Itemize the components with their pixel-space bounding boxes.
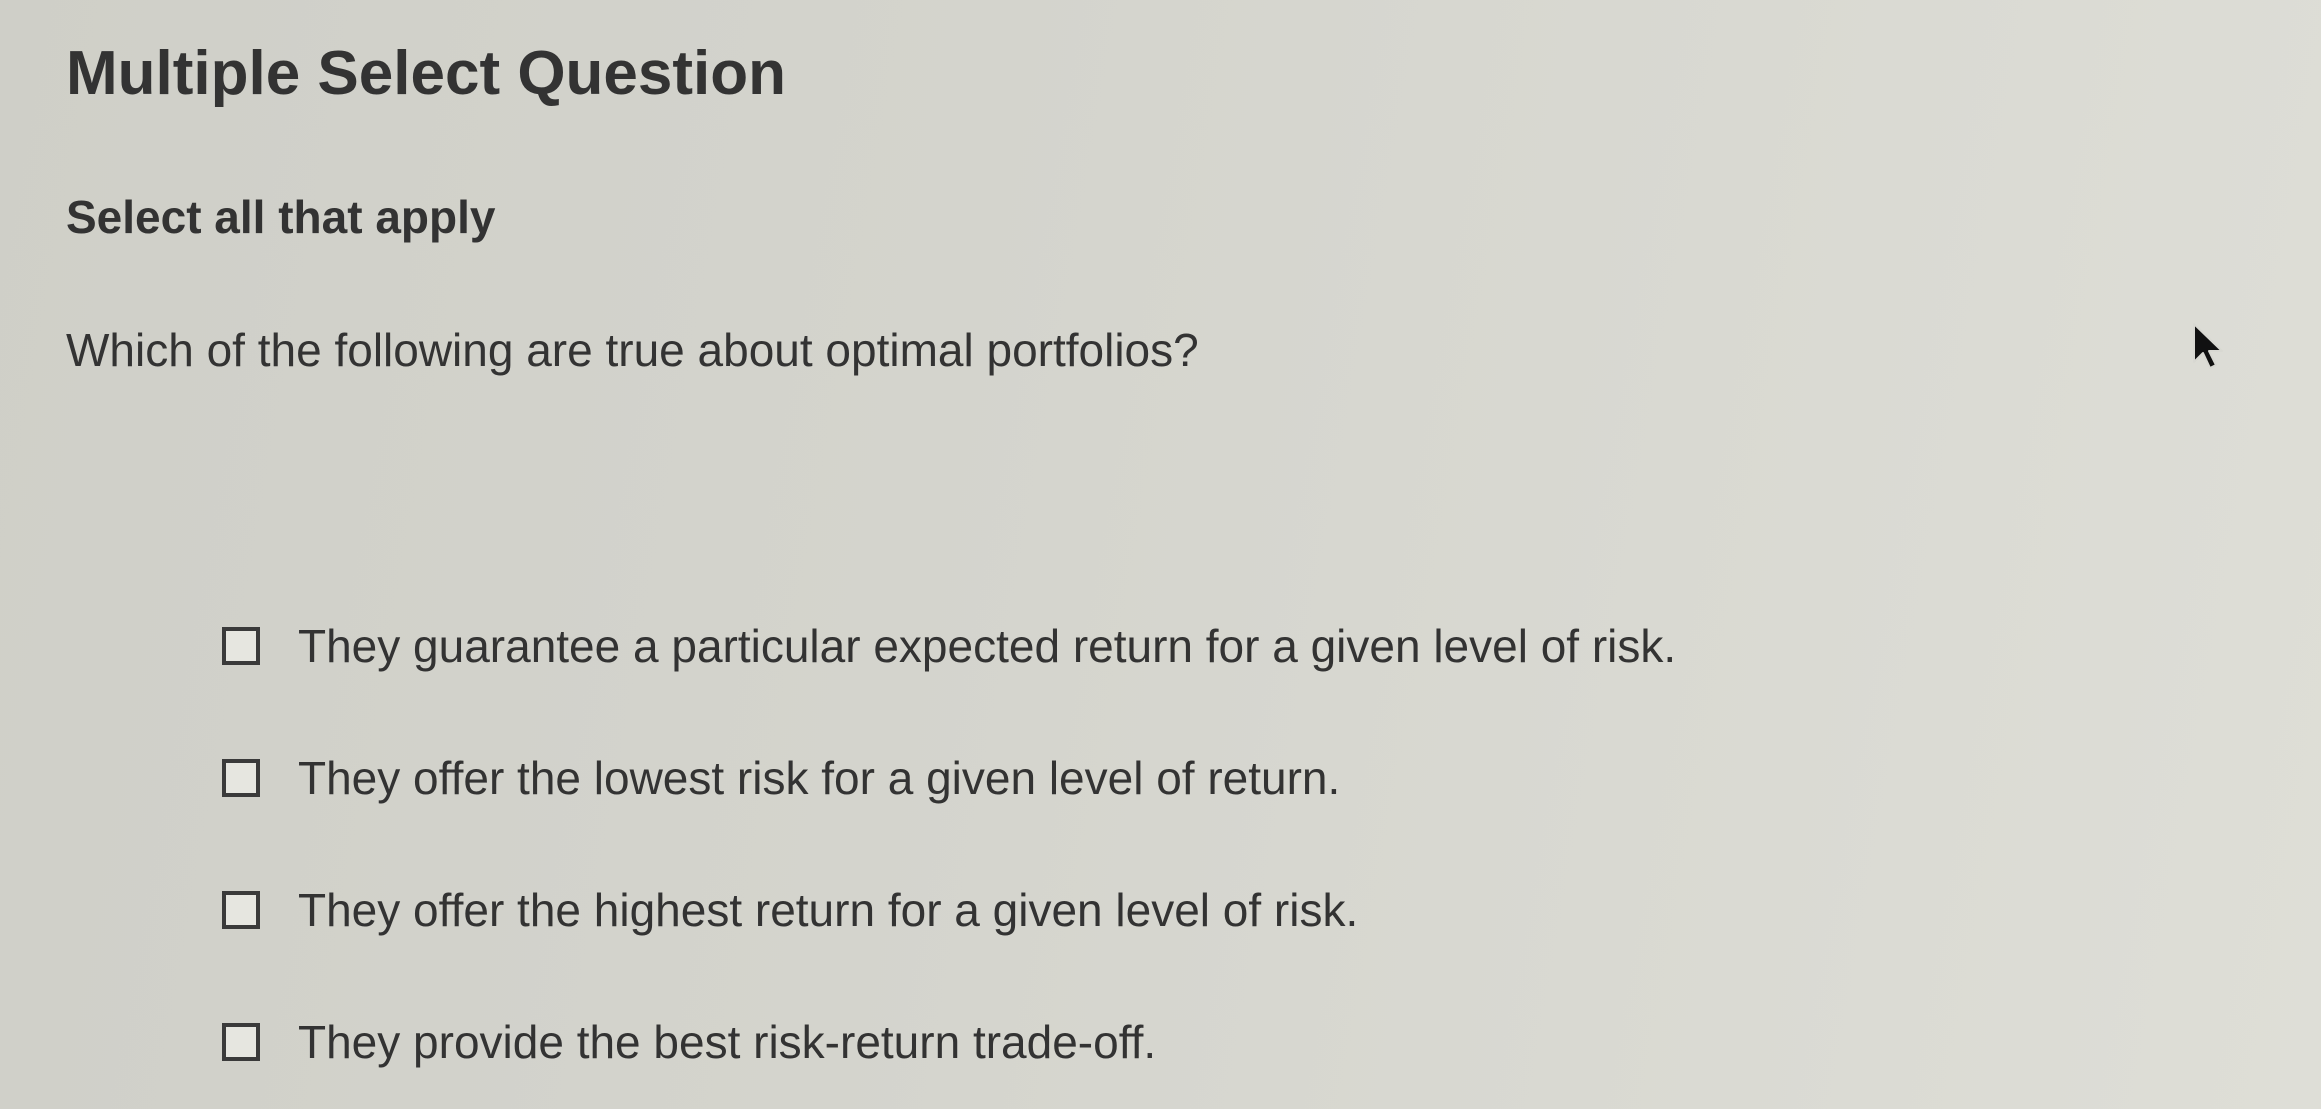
answer-option-label[interactable]: They offer the lowest risk for a given l… [298,751,1340,805]
answer-options: They guarantee a particular expected ret… [222,580,2122,1108]
question-page: Multiple Select Question Select all that… [0,0,2321,1109]
answer-option-2[interactable]: They offer the lowest risk for a given l… [222,712,2122,844]
checkbox-icon[interactable] [222,1023,260,1061]
checkbox-icon[interactable] [222,627,260,665]
answer-option-label[interactable]: They provide the best risk-return trade-… [298,1015,1156,1069]
answer-option-4[interactable]: They provide the best risk-return trade-… [222,976,2122,1108]
mouse-pointer-icon [2193,323,2223,369]
question-prompt: Which of the following are true about op… [66,324,1199,376]
answer-option-3[interactable]: They offer the highest return for a give… [222,844,2122,976]
checkbox-icon[interactable] [222,891,260,929]
answer-option-label[interactable]: They guarantee a particular expected ret… [298,619,1676,673]
answer-option-1[interactable]: They guarantee a particular expected ret… [222,580,2122,712]
instruction-text: Select all that apply [66,191,496,243]
answer-option-label[interactable]: They offer the highest return for a give… [298,883,1358,937]
checkbox-icon[interactable] [222,759,260,797]
question-type-heading: Multiple Select Question [66,39,786,108]
